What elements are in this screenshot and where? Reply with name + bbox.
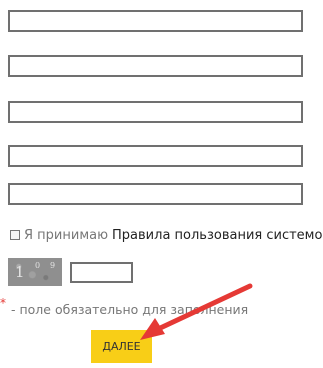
agreement-row: Я принимаю Правила пользования системой: [10, 226, 323, 244]
agree-checkbox[interactable]: [10, 230, 20, 240]
captcha-digit-3: 9: [50, 261, 56, 270]
captcha-digit-1: 1: [15, 263, 25, 281]
captcha-digit-2: 0: [35, 261, 41, 270]
required-star: *: [0, 296, 6, 310]
captcha-image: 1 0 9: [8, 258, 62, 286]
form-field-4[interactable]: [8, 145, 303, 167]
form-field-3[interactable]: [8, 101, 303, 123]
terms-link[interactable]: Правила пользования системой: [112, 228, 323, 243]
required-note: - поле обязательно для заполнения: [11, 302, 249, 317]
agree-label: Я принимаю: [24, 227, 109, 243]
form-field-5[interactable]: [8, 183, 303, 205]
form-field-2[interactable]: [8, 55, 303, 77]
next-button[interactable]: ДАЛЕЕ: [91, 330, 152, 363]
captcha-input[interactable]: [70, 262, 133, 283]
form-field-1[interactable]: [8, 10, 303, 32]
